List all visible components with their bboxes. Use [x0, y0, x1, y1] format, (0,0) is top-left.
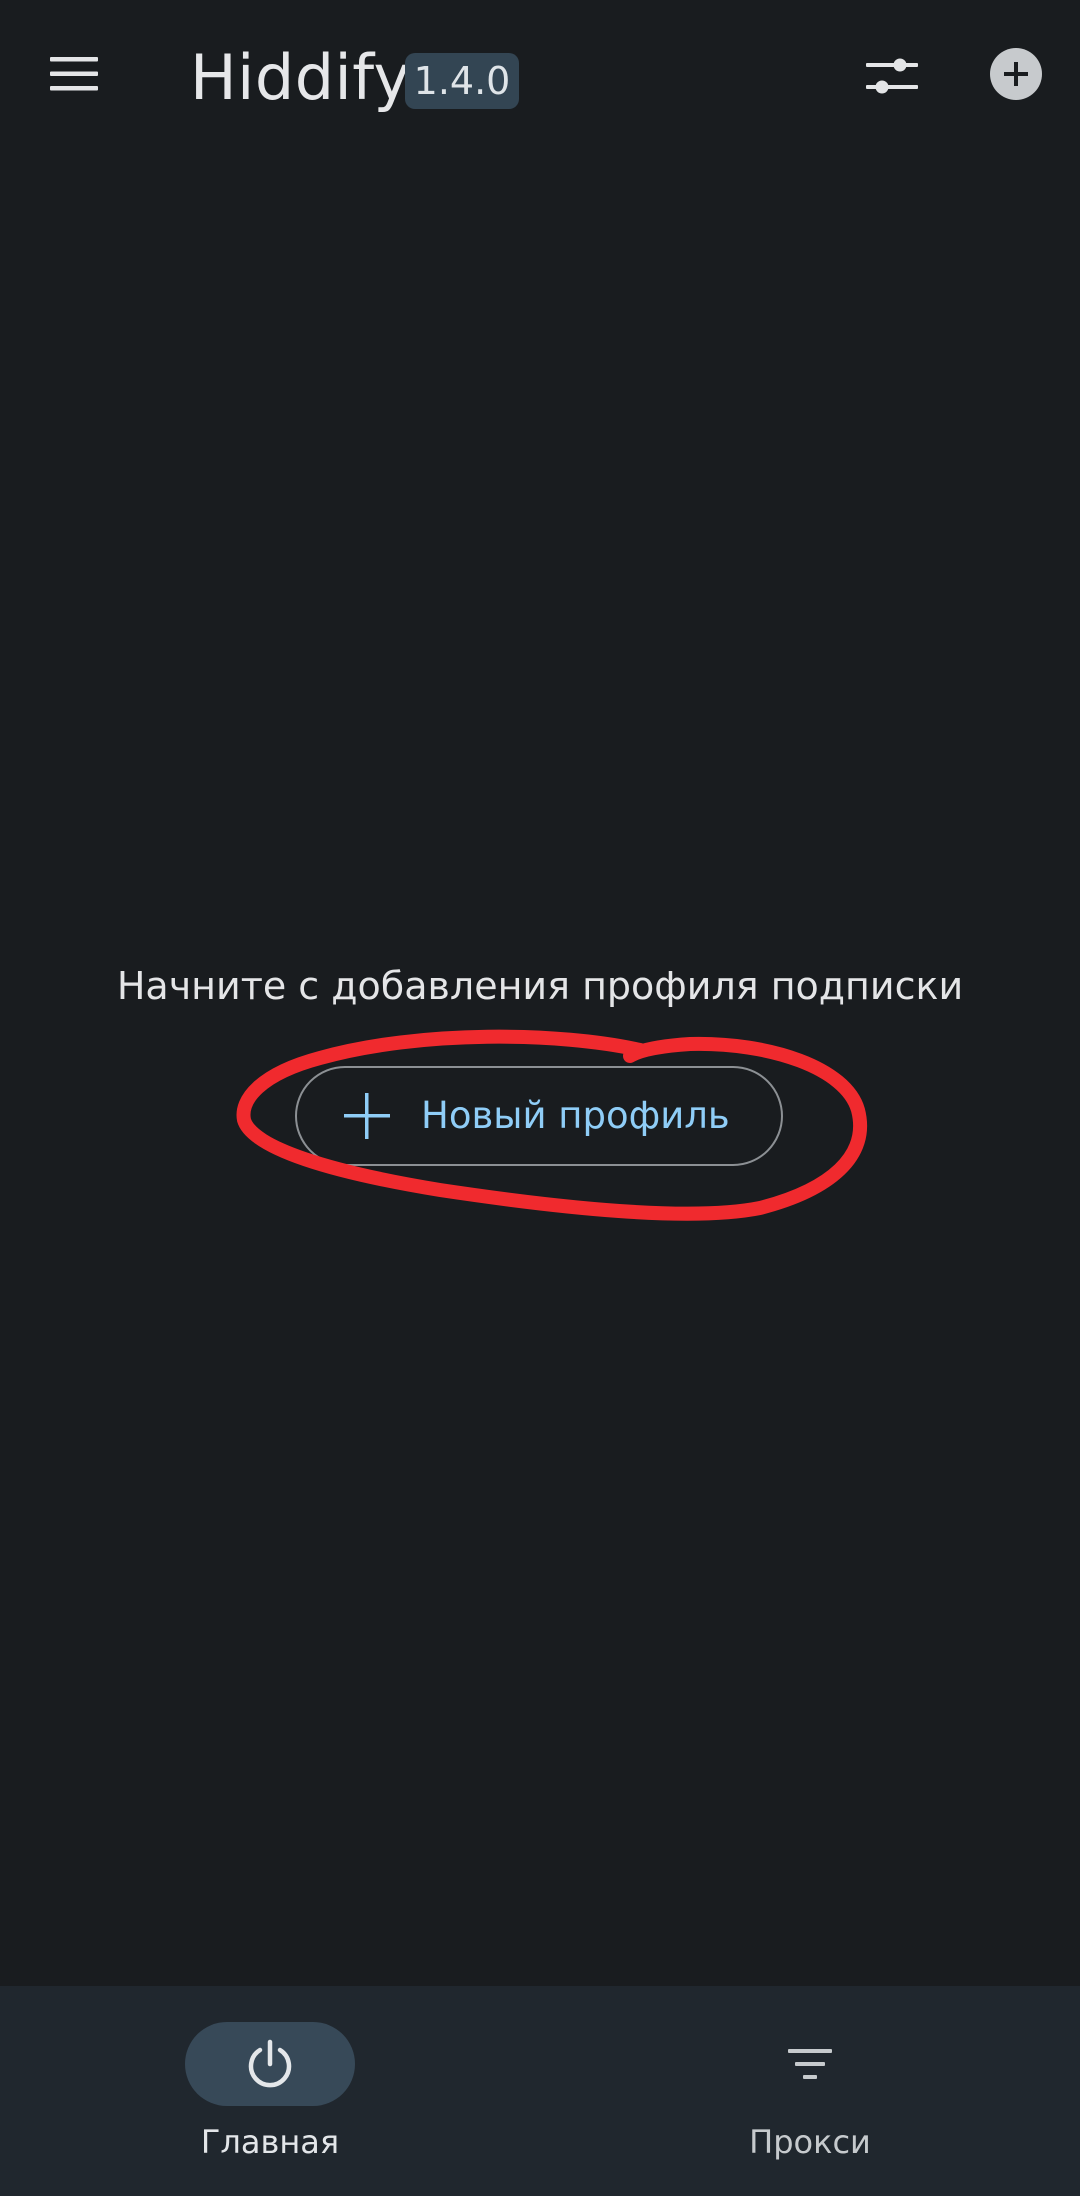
bottom-navigation: Главная Прокси — [0, 1986, 1080, 2196]
add-circle-icon — [990, 48, 1042, 100]
plus-icon — [341, 1090, 393, 1142]
nav-item-home-label: Главная — [200, 2123, 340, 2161]
menu-icon — [50, 57, 98, 91]
power-icon — [248, 2039, 292, 2088]
app-bar: Hiddify 1.4.0 — [0, 0, 1080, 160]
nav-item-proxies[interactable]: Прокси — [540, 1986, 1080, 2196]
new-profile-button[interactable]: Новый профиль — [295, 1066, 783, 1166]
add-profile-button[interactable] — [988, 46, 1044, 102]
version-badge: 1.4.0 — [405, 53, 519, 109]
filter-list-icon — [788, 2049, 832, 2079]
filter-button[interactable] — [852, 46, 932, 106]
nav-item-proxies-label: Прокси — [749, 2123, 871, 2161]
new-profile-button-label: Новый профиль — [421, 1094, 730, 1137]
sliders-icon — [866, 58, 918, 94]
app-title: Hiddify — [190, 41, 411, 114]
nav-item-proxies-indicator — [725, 2022, 895, 2106]
nav-item-home-indicator — [185, 2022, 355, 2106]
nav-item-home[interactable]: Главная — [0, 1986, 540, 2196]
empty-state-message: Начните с добавления профиля подписки — [116, 964, 964, 1008]
menu-button[interactable] — [34, 44, 114, 104]
